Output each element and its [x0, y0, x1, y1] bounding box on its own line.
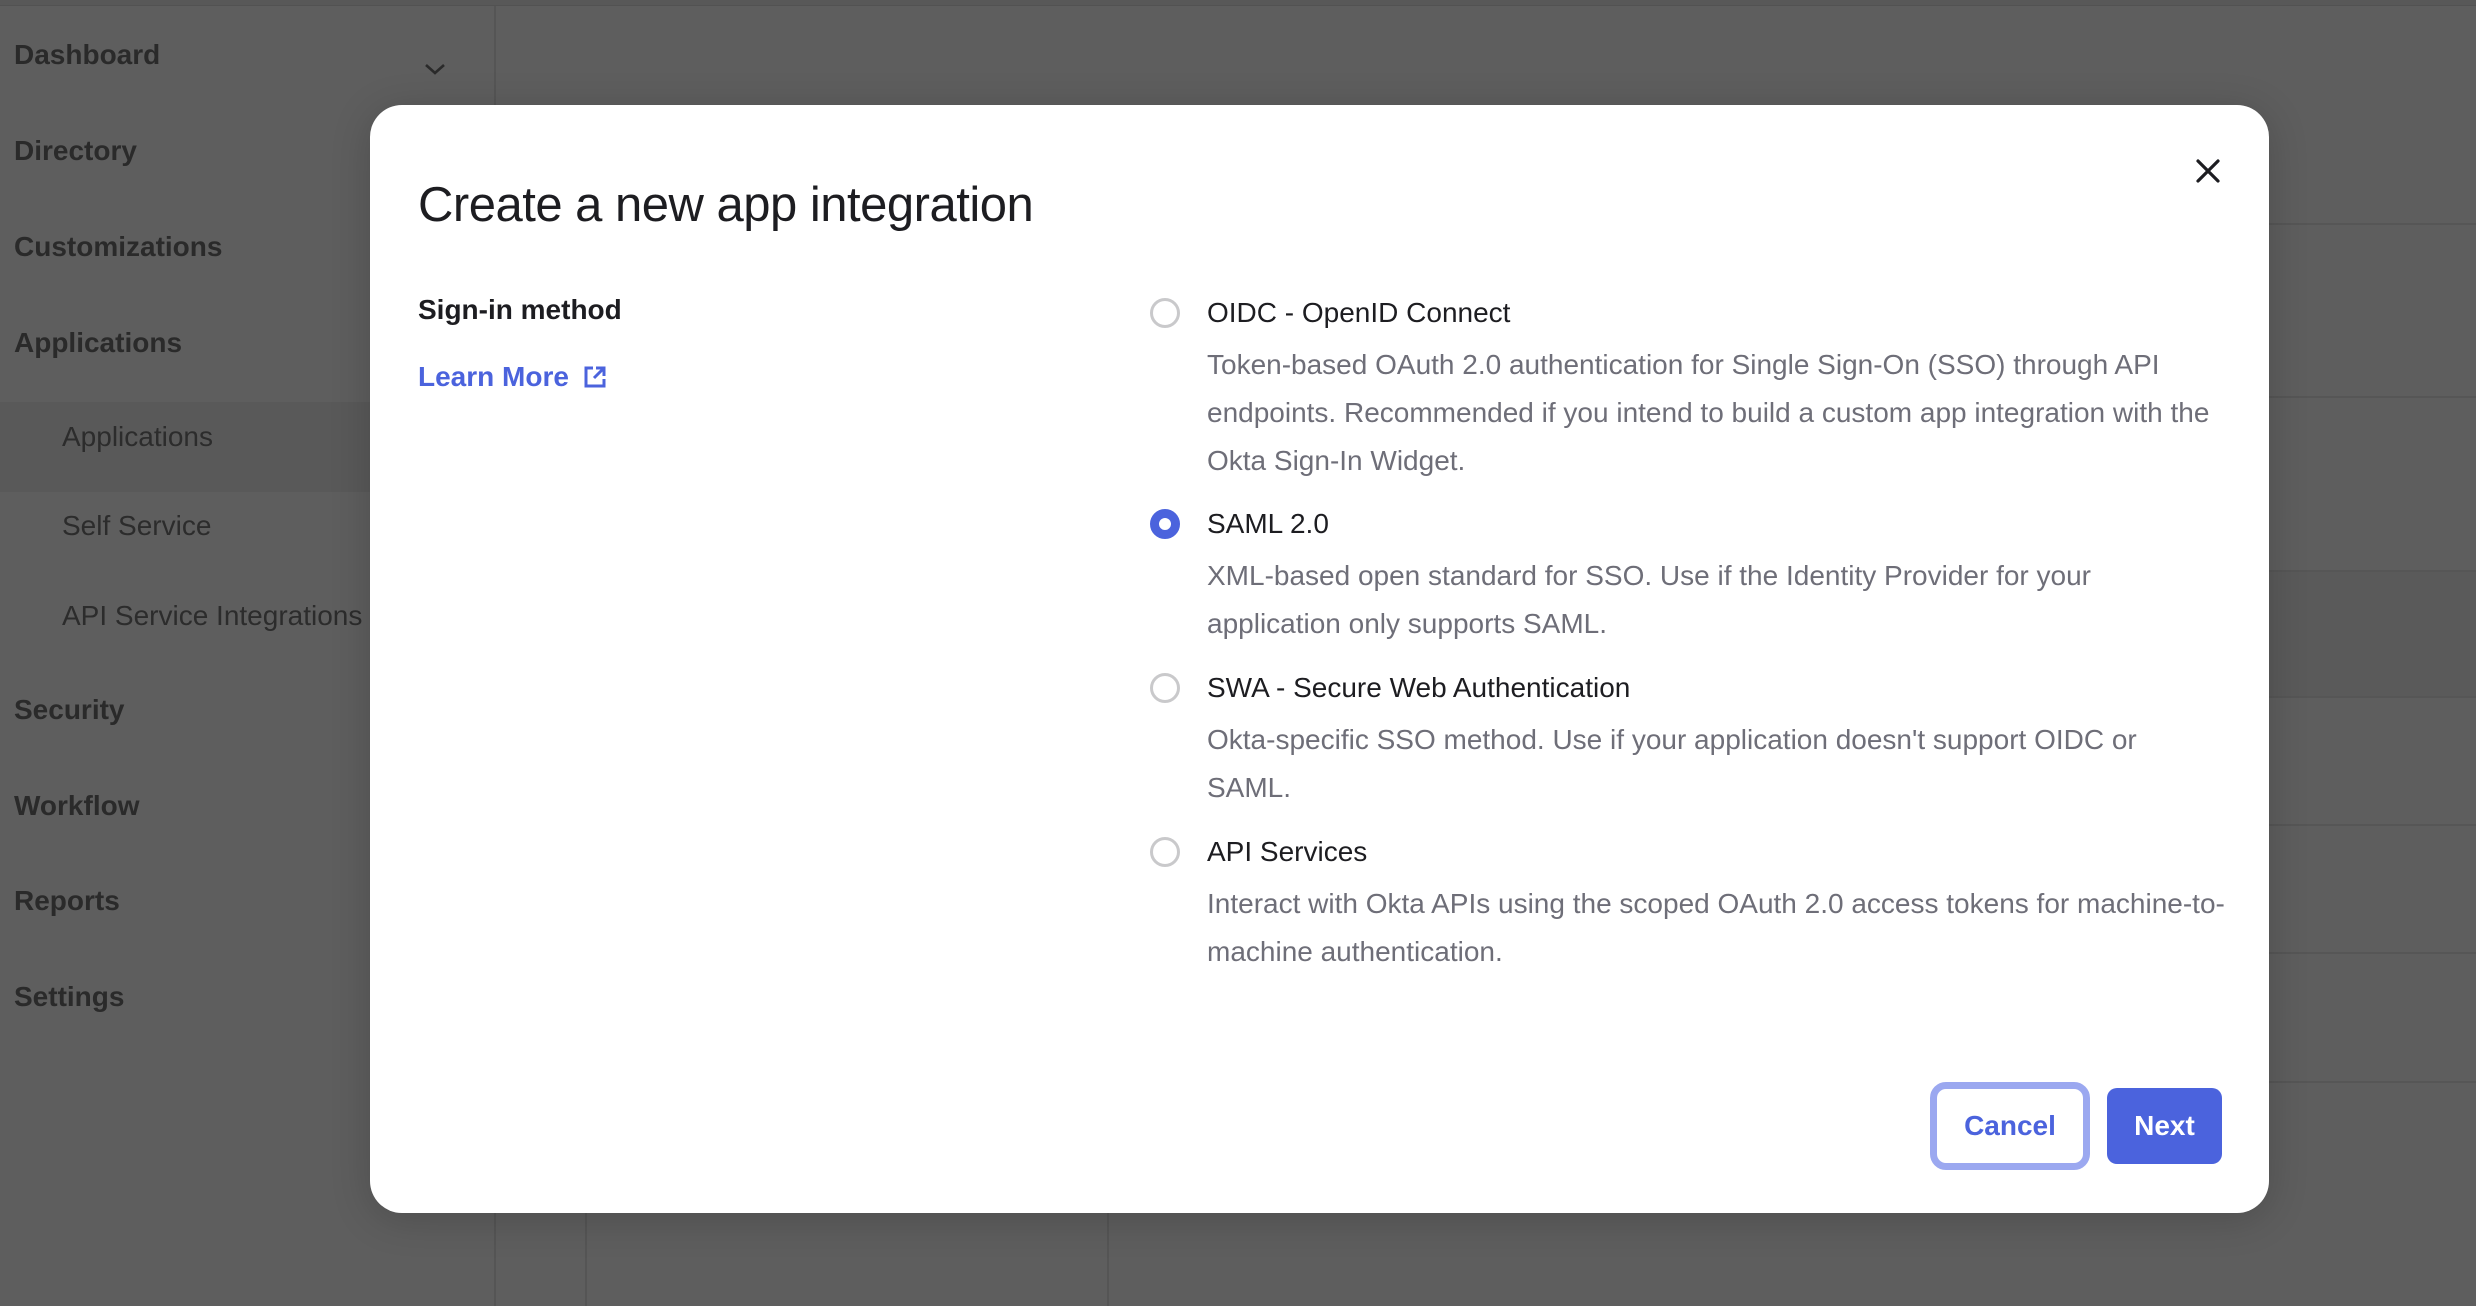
sidebar-item-directory[interactable]: Directory	[14, 134, 137, 168]
sidebar-item-applications[interactable]: Applications	[14, 326, 182, 360]
create-app-integration-modal: Create a new app integration Sign-in met…	[370, 105, 2269, 1213]
option-description: Interact with Okta APIs using the scoped…	[1207, 888, 2225, 967]
cancel-button[interactable]: Cancel	[1930, 1082, 2090, 1170]
radio-button[interactable]	[1150, 673, 1180, 703]
next-button[interactable]: Next	[2107, 1088, 2222, 1164]
learn-more-label: Learn More	[418, 361, 569, 392]
sidebar-item-customizations[interactable]: Customizations	[14, 230, 222, 264]
modal-title: Create a new app integration	[418, 178, 1034, 232]
close-icon	[2196, 159, 2220, 183]
sidebar-item-dashboard[interactable]: Dashboard	[14, 38, 160, 72]
option-label[interactable]: SWA - Secure Web Authentication	[1207, 670, 1630, 706]
content-divider	[585, 1213, 587, 1306]
content-row-divider	[2269, 696, 2476, 698]
chevron-down-icon[interactable]	[422, 56, 448, 82]
sidebar-subitem-api-service-integrations[interactable]: API Service Integrations	[62, 599, 362, 633]
option-label[interactable]: API Services	[1207, 834, 1367, 870]
content-divider	[1107, 1213, 1109, 1306]
content-row-divider	[2269, 824, 2476, 826]
sidebar-item-settings[interactable]: Settings	[14, 980, 124, 1014]
sidebar-item-workflow[interactable]: Workflow	[14, 789, 139, 823]
content-row-divider	[2269, 952, 2476, 954]
sidebar-item-reports[interactable]: Reports	[14, 884, 120, 918]
sidebar-subitem-applications[interactable]: Applications	[62, 420, 213, 454]
option-description: XML-based open standard for SSO. Use if …	[1207, 560, 2091, 639]
radio-button[interactable]	[1150, 837, 1180, 867]
content-row-divider	[2269, 570, 2476, 572]
sidebar-subitem-self-service[interactable]: Self Service	[62, 509, 211, 543]
content-row-divider	[2269, 223, 2476, 225]
sign-in-method-label: Sign-in method	[418, 294, 622, 325]
content-row-highlight	[2269, 571, 2476, 696]
close-button[interactable]	[2188, 151, 2228, 191]
option-description: Okta-specific SSO method. Use if your ap…	[1207, 724, 2137, 803]
sidebar-item-security[interactable]: Security	[14, 693, 125, 727]
external-link-icon	[584, 366, 606, 388]
option-description: Token-based OAuth 2.0 authentication for…	[1207, 349, 2210, 476]
content-row-divider	[2269, 1081, 2476, 1083]
content-row-divider	[2269, 396, 2476, 398]
radio-button[interactable]	[1150, 298, 1180, 328]
learn-more-link[interactable]: Learn More	[418, 361, 609, 393]
option-label[interactable]: OIDC - OpenID Connect	[1207, 295, 1510, 331]
option-label[interactable]: SAML 2.0	[1207, 506, 1329, 542]
radio-button-selected[interactable]	[1150, 509, 1180, 539]
